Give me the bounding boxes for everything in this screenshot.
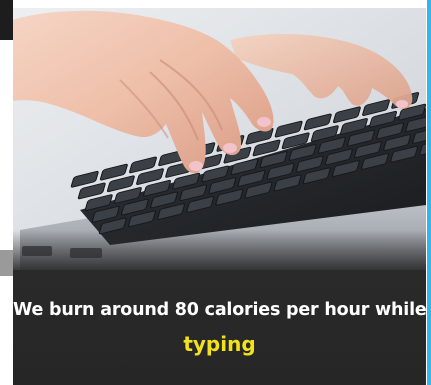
laptop-typing-photo (0, 0, 426, 270)
card: We burn around 80 calories per hour whil… (0, 0, 426, 385)
caption-panel: We burn around 80 calories per hour whil… (13, 270, 426, 385)
left-edge-tab (0, 0, 13, 40)
infographic-card: We burn around 80 calories per hour whil… (0, 0, 431, 385)
left-edge-gray-block (0, 250, 13, 276)
caption-text: We burn around 80 calories per hour whil… (13, 300, 426, 320)
top-edge-strip (13, 0, 426, 8)
caption-highlight-word: typing (183, 332, 256, 356)
right-accent-rule (427, 0, 431, 385)
left-edge-bar (0, 0, 13, 385)
